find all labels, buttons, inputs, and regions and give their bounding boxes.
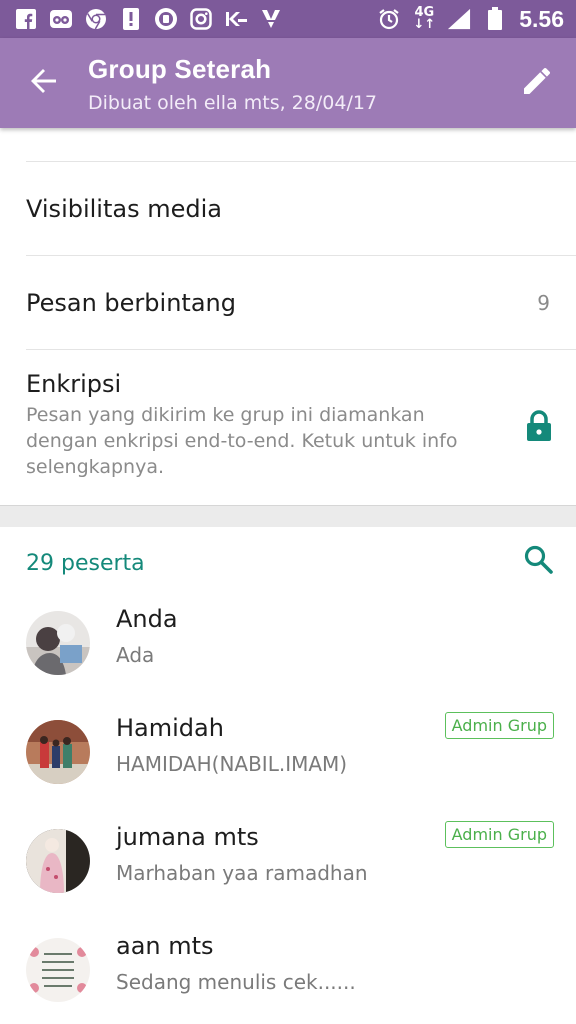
media-visibility-row[interactable]: Visibilitas media: [26, 162, 576, 256]
encryption-label: Enkripsi: [26, 370, 122, 398]
starred-messages-row[interactable]: Pesan berbintang 9: [26, 256, 576, 350]
messenger-icon: [154, 7, 178, 31]
participant-name: jumana mts: [116, 823, 259, 851]
battery-icon: [483, 7, 507, 31]
kaskus-icon: [224, 7, 248, 31]
participants-count: 29 peserta: [26, 550, 145, 576]
notification-icon: [119, 7, 143, 31]
admin-badge: Admin Grup: [444, 821, 554, 848]
participant-status: HAMIDAH(NABIL.IMAM): [116, 752, 348, 776]
participant-status: Sedang menulis cek......: [116, 970, 356, 994]
arrow-back-icon: [30, 67, 58, 99]
alarm-icon: [377, 7, 401, 31]
media-visibility-label: Visibilitas media: [26, 194, 222, 223]
avatar: [26, 829, 90, 893]
participant-status: Ada: [116, 643, 155, 667]
path-icon: [259, 7, 283, 31]
avatar: [26, 938, 90, 1002]
back-button[interactable]: [0, 38, 88, 128]
edit-button[interactable]: [498, 38, 576, 128]
search-icon: [523, 544, 553, 578]
participants-section: 29 peserta Anda Ada Hamidah HAMIDAH(NABI…: [0, 527, 576, 1024]
participant-name: Anda: [116, 605, 178, 633]
participant-row[interactable]: aan mts Sedang menulis cek......: [0, 926, 576, 1024]
encryption-row[interactable]: Enkripsi Pesan yang dikirim ke grup ini …: [26, 350, 576, 506]
participant-row[interactable]: Hamidah HAMIDAH(NABIL.IMAM) Admin Grup: [0, 708, 576, 817]
chrome-icon: [84, 7, 108, 31]
network-indicator: 4G ↓↑: [413, 5, 436, 32]
participant-row[interactable]: Anda Ada: [0, 599, 576, 708]
facebook-icon: [14, 7, 38, 31]
previous-row-edge: [26, 128, 576, 162]
starred-count: 9: [537, 290, 550, 315]
tripadvisor-icon: [49, 7, 73, 31]
status-bar: 4G ↓↑ 5.56: [0, 0, 576, 38]
participant-name: Hamidah: [116, 714, 224, 742]
avatar: [26, 611, 90, 675]
signal-icon: [447, 7, 471, 31]
encryption-description: Pesan yang dikirim ke grup ini diamankan…: [26, 404, 458, 478]
participants-header: 29 peserta: [0, 527, 576, 599]
section-divider: [0, 505, 576, 527]
search-participants-button[interactable]: [520, 543, 556, 579]
admin-badge: Admin Grup: [444, 712, 554, 739]
clock: 5.56: [519, 5, 564, 32]
participant-name: aan mts: [116, 932, 214, 960]
participant-row[interactable]: jumana mts Marhaban yaa ramadhan Admin G…: [0, 817, 576, 926]
instagram-icon: [189, 7, 213, 31]
avatar: [26, 720, 90, 784]
group-title-area: Group Seterah Dibuat oleh ella mts, 28/0…: [88, 52, 498, 114]
group-subtitle: Dibuat oleh ella mts, 28/04/17: [88, 92, 378, 114]
pencil-icon: [522, 66, 552, 100]
participant-status: Marhaban yaa ramadhan: [116, 861, 368, 885]
group-title: Group Seterah: [88, 54, 272, 84]
group-settings: Visibilitas media Pesan berbintang 9 Enk…: [0, 128, 576, 506]
starred-messages-label: Pesan berbintang: [26, 288, 236, 317]
app-bar: Group Seterah Dibuat oleh ella mts, 28/0…: [0, 38, 576, 128]
lock-icon: [526, 410, 552, 446]
